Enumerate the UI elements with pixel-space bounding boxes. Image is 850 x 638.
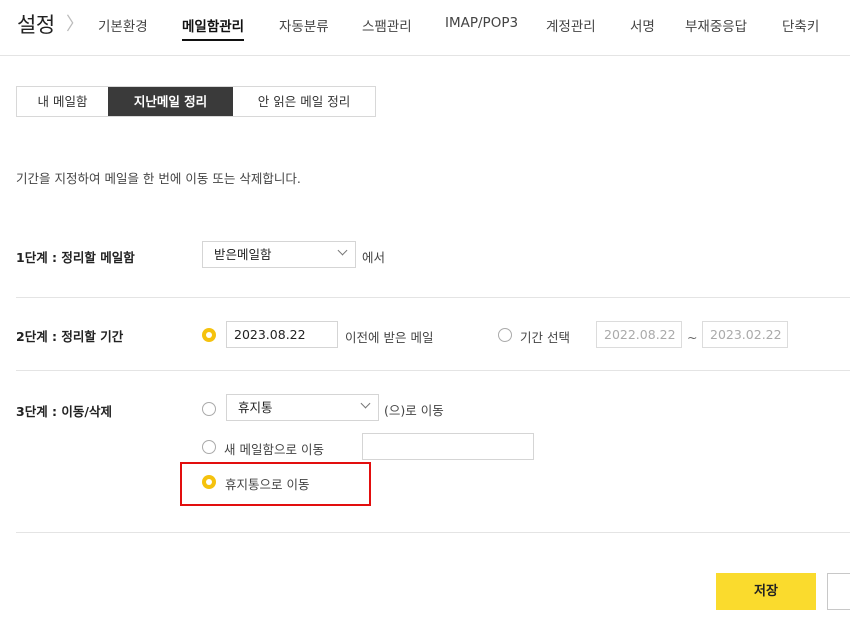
mailbox-select-value: 받은메일함 [214, 247, 272, 262]
radio-new-folder[interactable] [202, 440, 216, 454]
nav-divider [0, 55, 850, 56]
page-title: 설정 [17, 13, 55, 37]
mailbox-select[interactable]: 받은메일함 [202, 241, 356, 268]
before-date-text: 이전에 받은 메일 [345, 330, 434, 345]
chevron-down-icon [337, 245, 348, 256]
radio-before-date[interactable] [202, 328, 216, 342]
description-text: 기간을 지정하여 메일을 한 번에 이동 또는 삭제합니다. [16, 171, 301, 186]
step1-suffix: 에서 [362, 250, 386, 265]
active-tab-underline [182, 39, 245, 41]
range-separator: ~ [687, 330, 698, 345]
move-suffix: (으)로 이동 [384, 403, 444, 418]
target-folder-value: 휴지통 [238, 400, 273, 415]
tab-accounts[interactable]: 계정관리 [546, 15, 596, 35]
tab-shortcuts[interactable]: 단축키 [782, 15, 819, 35]
before-date-input[interactable]: 2023.08.22 [226, 321, 338, 348]
subtab-unread-cleanup[interactable]: 안 읽은 메일 정리 [233, 87, 375, 116]
tab-imap-pop3[interactable]: IMAP/POP3 [445, 15, 518, 31]
chevron-down-icon [360, 398, 371, 409]
new-folder-label: 새 메일함으로 이동 [224, 442, 324, 457]
tab-auto-filter[interactable]: 자동분류 [279, 15, 329, 35]
tab-mailbox-management-label: 메일함관리 [182, 19, 245, 35]
step3-label: 3단계 : 이동/삭제 [16, 404, 112, 419]
radio-move-to-folder[interactable] [202, 402, 216, 416]
subtab-old-mail-cleanup[interactable]: 지난메일 정리 [108, 87, 233, 116]
section-divider [16, 297, 850, 298]
section-divider [16, 532, 850, 533]
tab-basic[interactable]: 기본환경 [98, 15, 148, 35]
range-start-input[interactable]: 2022.08.22 [596, 321, 682, 348]
save-button[interactable]: 저장 [716, 573, 816, 610]
mailbox-subtabs: 내 메일함 지난메일 정리 안 읽은 메일 정리 [16, 86, 376, 117]
step2-label: 2단계 : 정리할 기간 [16, 329, 124, 344]
section-divider [16, 370, 850, 371]
range-end-input[interactable]: 2023.02.22 [702, 321, 788, 348]
breadcrumb-chevron-icon: 〉 [66, 14, 84, 35]
subtab-my-mailbox[interactable]: 내 메일함 [17, 87, 108, 116]
target-folder-select[interactable]: 휴지통 [226, 394, 379, 421]
date-range-label: 기간 선택 [520, 330, 570, 345]
tab-signature[interactable]: 서명 [630, 15, 655, 35]
cancel-button[interactable] [827, 573, 850, 610]
tab-spam[interactable]: 스팸관리 [362, 15, 412, 35]
highlight-box [180, 462, 371, 506]
step1-label: 1단계 : 정리할 메일함 [16, 250, 135, 265]
radio-date-range[interactable] [498, 328, 512, 342]
new-folder-input[interactable] [362, 433, 534, 460]
tab-mailbox-management[interactable]: 메일함관리 [182, 15, 245, 41]
tab-auto-reply[interactable]: 부재중응답 [685, 15, 747, 35]
